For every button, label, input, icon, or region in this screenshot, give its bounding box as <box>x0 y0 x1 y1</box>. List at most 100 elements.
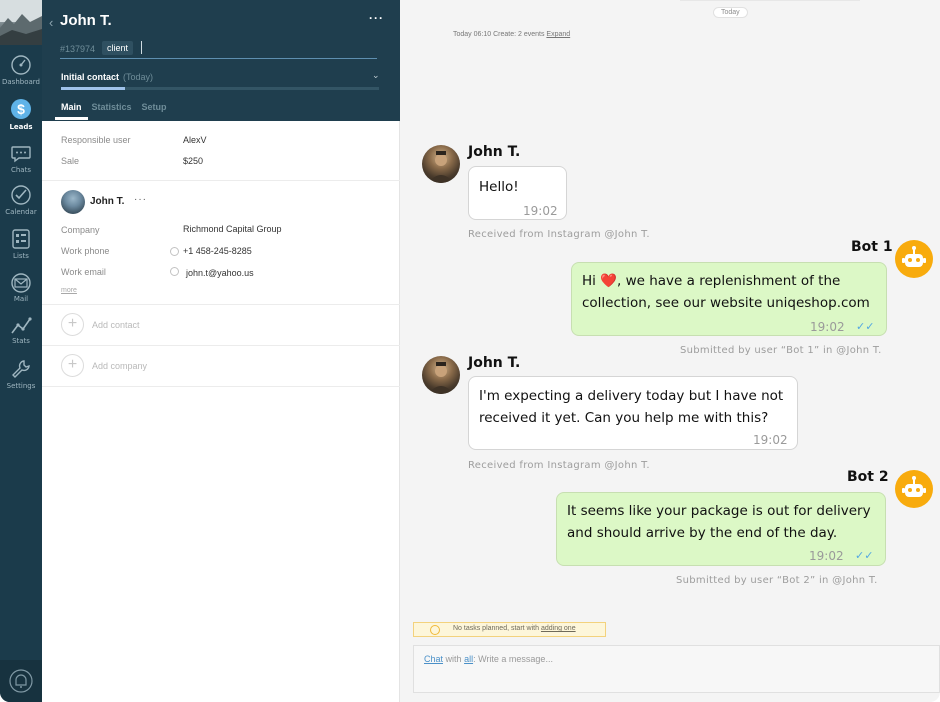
lists-icon <box>12 229 30 249</box>
rail-label: Chats <box>10 166 31 174</box>
rail-label: Leads <box>9 123 33 131</box>
message-time: 19:02 <box>753 433 788 447</box>
bell-icon <box>9 669 33 693</box>
rail-label: Stats <box>12 337 30 345</box>
nav-rail: Dashboard $ Leads Chats Calendar Lists M… <box>0 0 42 702</box>
field-value-responsible[interactable]: AlexV <box>183 135 207 145</box>
message-text: Hi ❤️, we have a replenishment of the co… <box>582 270 870 314</box>
more-options-icon[interactable]: ··· <box>369 11 384 25</box>
contact-avatar[interactable] <box>61 190 85 214</box>
active-tab-indicator <box>55 117 88 120</box>
chats-icon <box>11 146 31 163</box>
message-line: It seems like your package is out for de… <box>567 503 871 519</box>
message-line: collection, see our website uniqeshop.co… <box>582 295 870 311</box>
lead-title[interactable]: John T. <box>60 12 112 29</box>
message-meta: Received from Instagram @John T. <box>468 229 650 240</box>
message-time: 19:02 <box>810 320 845 334</box>
notifications-button[interactable] <box>0 660 42 702</box>
tag-input-underline <box>60 58 377 59</box>
leads-icon: $ <box>11 99 31 119</box>
stage-date: (Today) <box>123 72 154 82</box>
summary-text: Today 06:10 Create: 2 events <box>453 31 545 38</box>
clock-icon <box>430 625 440 635</box>
message-input-prompt: Chat with all: Write a message... <box>424 654 553 664</box>
message-meta: Received from Instagram @John T. <box>468 460 650 471</box>
field-value-email[interactable]: john.t@yahoo.us <box>186 268 254 278</box>
rail-dashboard[interactable]: Dashboard <box>0 54 42 86</box>
channel-select[interactable]: Chat <box>424 654 443 664</box>
account-photo[interactable] <box>0 0 42 45</box>
rail-label: Mail <box>13 295 29 303</box>
email-icon[interactable] <box>170 267 179 276</box>
add-contact-icon[interactable]: + <box>61 313 84 336</box>
rail-chats[interactable]: Chats <box>0 142 42 174</box>
add-contact-link[interactable]: Add contact <box>92 320 140 330</box>
contact-name[interactable]: John T. <box>90 196 124 207</box>
rail-calendar[interactable]: Calendar <box>0 184 42 216</box>
rail-stats[interactable]: Stats <box>0 315 42 345</box>
read-receipt-icon: ✓✓ <box>855 549 874 562</box>
tasks-text: No tasks planned, start with <box>453 625 539 632</box>
input-with: with <box>445 654 462 664</box>
divider <box>42 386 400 387</box>
tab-main[interactable]: Main <box>61 102 82 112</box>
message-sender: John T. <box>468 355 521 371</box>
settings-icon <box>12 360 30 378</box>
divider <box>42 180 400 181</box>
bot-avatar-icon[interactable] <box>895 240 933 278</box>
rail-mail[interactable]: Mail <box>0 273 42 303</box>
add-task-link[interactable]: adding one <box>541 625 576 632</box>
message-time: 19:02 <box>809 549 844 563</box>
tab-setup[interactable]: Setup <box>142 102 167 112</box>
message-input[interactable]: Chat with all: Write a message... <box>413 645 940 693</box>
add-company-link[interactable]: Add company <box>92 361 147 371</box>
phone-icon[interactable] <box>170 247 179 256</box>
message-line: I'm expecting a delivery today but I hav… <box>479 388 784 404</box>
rail-label: Calendar <box>5 208 37 216</box>
rail-settings[interactable]: Settings <box>0 358 42 390</box>
more-link[interactable]: more <box>61 287 77 294</box>
expand-link[interactable]: Expand <box>546 31 570 38</box>
contact-avatar[interactable] <box>422 145 460 183</box>
recipient-select[interactable]: all <box>464 654 473 664</box>
add-company-icon[interactable]: + <box>61 354 84 377</box>
message-sender: Bot 2 <box>847 469 889 485</box>
field-label-responsible: Responsible user <box>61 135 131 145</box>
message-bubble[interactable]: Hello! 19:02 <box>468 166 567 220</box>
lead-card-header: ‹ John T. ··· #137974 client Initial con… <box>42 0 400 121</box>
pipeline-stage[interactable]: Initial contact (Today) <box>61 72 153 82</box>
rail-label: Dashboard <box>2 78 40 86</box>
rail-leads[interactable]: $ Leads <box>0 97 42 131</box>
field-value-company[interactable]: Richmond Capital Group <box>183 224 282 234</box>
app-window: Dashboard $ Leads Chats Calendar Lists M… <box>0 0 940 702</box>
message-bubble[interactable]: It seems like your package is out for de… <box>556 492 886 566</box>
events-summary: Today 06:10 Create: 2 events Expand <box>453 31 570 38</box>
field-value-phone[interactable]: +1 458-245-8285 <box>183 246 252 256</box>
field-value-sale[interactable]: $250 <box>183 156 203 166</box>
field-label-phone: Work phone <box>61 246 110 256</box>
read-receipt-icon: ✓✓ <box>856 320 875 333</box>
message-line: Hi ❤️, we have a replenishment of the <box>582 273 841 289</box>
tag-input-cursor[interactable] <box>141 41 142 54</box>
message-sender: Bot 1 <box>851 239 893 255</box>
bot-avatar-icon[interactable] <box>895 470 933 508</box>
divider <box>42 345 400 346</box>
lead-tabs: Main Statistics Setup <box>61 102 167 112</box>
chevron-left-icon[interactable]: ‹ <box>49 15 53 30</box>
tasks-notice: No tasks planned, start with adding one <box>413 622 606 637</box>
contact-menu-icon[interactable]: ··· <box>134 194 147 205</box>
contact-avatar[interactable] <box>422 356 460 394</box>
calendar-icon <box>11 185 31 205</box>
tag-chip[interactable]: client <box>102 41 134 55</box>
chevron-down-icon[interactable]: ⌄ <box>372 70 380 81</box>
stage-label: Initial contact <box>61 72 120 82</box>
stage-progress-fill <box>61 87 125 90</box>
message-bubble[interactable]: I'm expecting a delivery today but I hav… <box>468 376 798 450</box>
dashboard-icon <box>11 55 31 75</box>
message-bubble[interactable]: Hi ❤️, we have a replenishment of the co… <box>571 262 887 336</box>
message-meta: Submitted by user “Bot 1” in @John T. <box>680 345 882 356</box>
rail-lists[interactable]: Lists <box>0 228 42 260</box>
field-label-company: Company <box>61 225 100 235</box>
tab-statistics[interactable]: Statistics <box>92 102 132 112</box>
rail-label: Settings <box>6 382 36 390</box>
